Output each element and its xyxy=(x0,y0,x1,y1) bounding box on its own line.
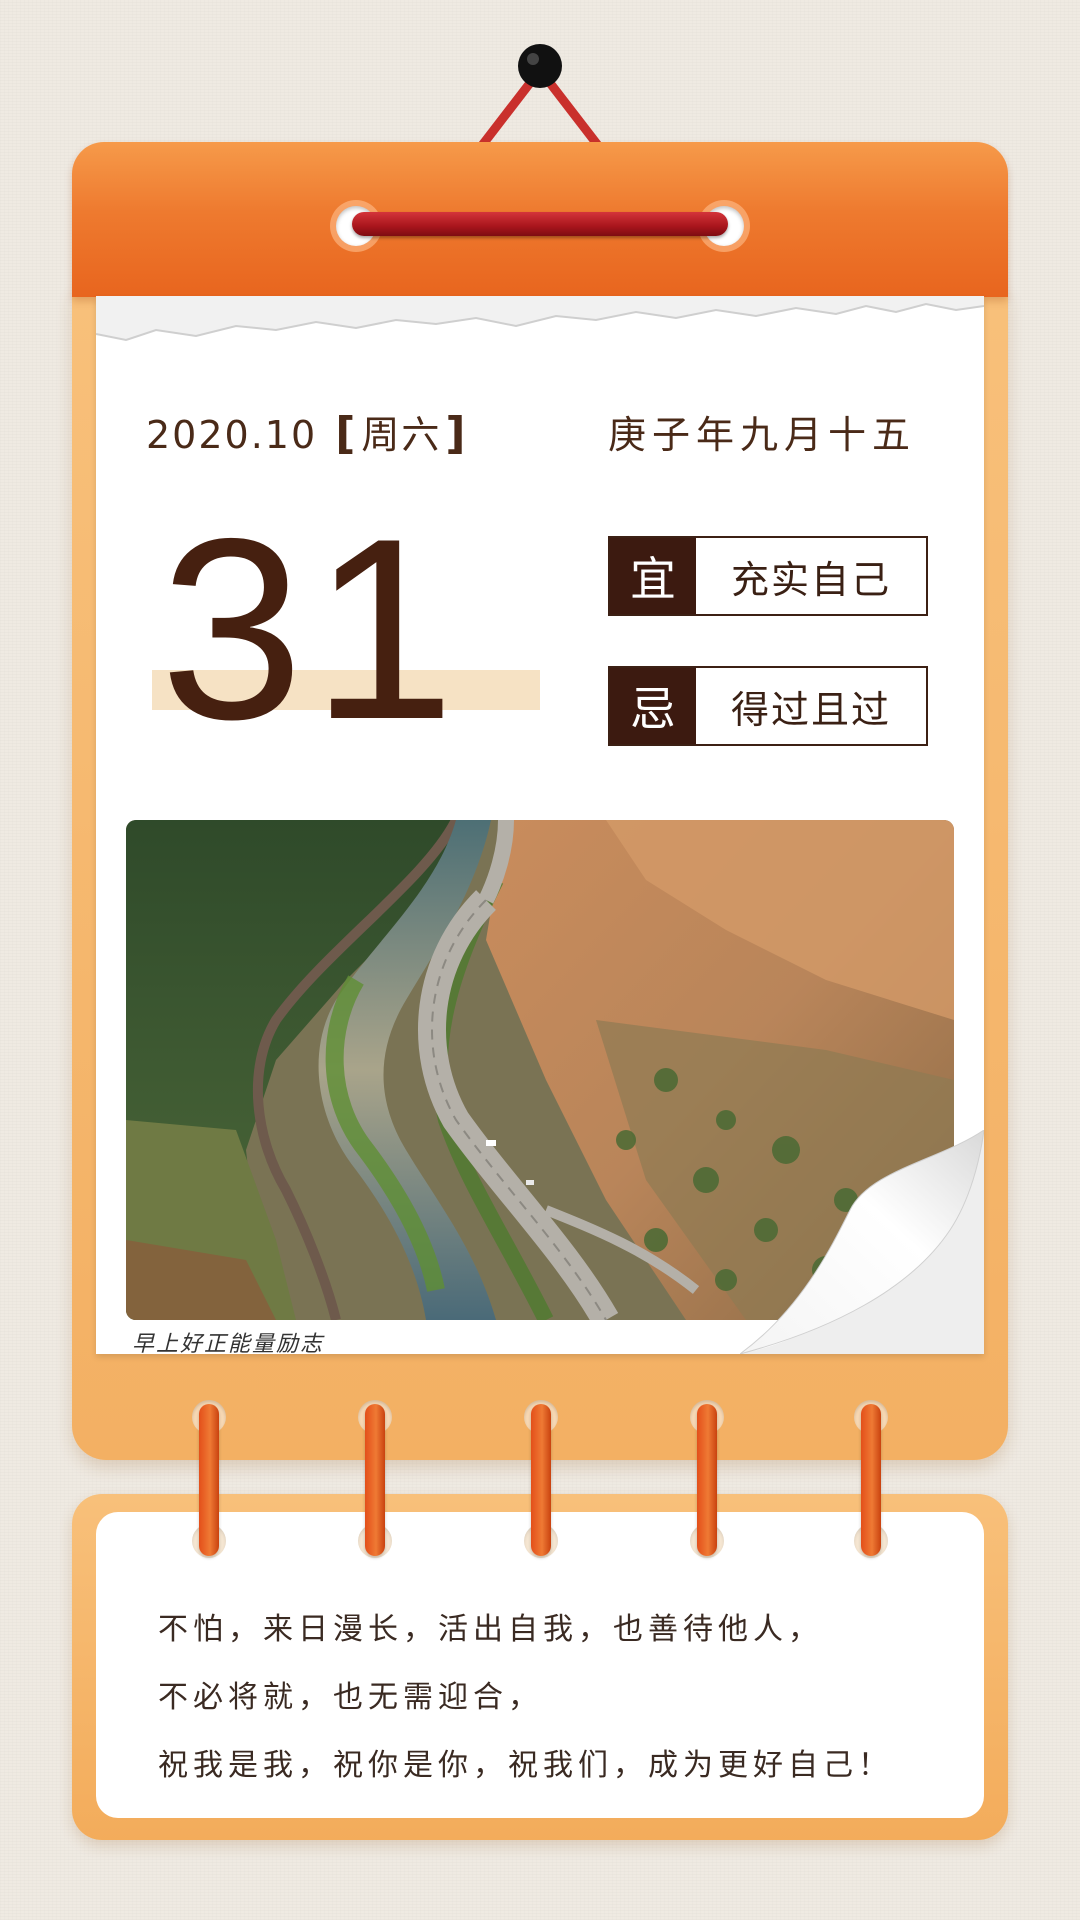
spiral-binder xyxy=(697,1404,717,1556)
spiral-binder xyxy=(531,1404,551,1556)
bracket-close: ] xyxy=(445,408,468,459)
day-number: 31 xyxy=(160,484,463,773)
yi-label: 宜 xyxy=(610,538,696,614)
quote-line-3: 祝我是我，祝你是你，祝我们，成为更好自己！ xyxy=(158,1748,893,1783)
photo-caption: 早上好正能量励志 xyxy=(132,1332,325,1357)
spiral-binder xyxy=(199,1404,219,1556)
hanger xyxy=(476,44,604,151)
ji-label: 忌 xyxy=(610,668,696,744)
quote-line-1: 不怕，来日漫长，活出自我，也善待他人， xyxy=(158,1612,823,1647)
nail-icon xyxy=(518,44,562,88)
ji-text: 得过且过 xyxy=(730,687,891,732)
bracket-open: [ xyxy=(335,408,358,459)
yi-tag: 宜 充实自己 xyxy=(608,536,928,616)
quote-line-2: 不必将就，也无需迎合， xyxy=(158,1680,543,1715)
spiral-binder xyxy=(861,1404,881,1556)
hanging-rod xyxy=(352,212,728,236)
lunar-date: 庚子年九月十五 xyxy=(608,413,917,457)
weekday-text: 周六 xyxy=(361,413,442,457)
spiral-binder xyxy=(365,1404,385,1556)
date-text: 2020.10 xyxy=(146,413,318,457)
torn-paper-edge xyxy=(96,296,984,342)
date-line: 2020.10 [周六] xyxy=(146,404,471,459)
page-curl xyxy=(740,1130,984,1354)
yi-text: 充实自己 xyxy=(730,557,891,602)
ji-tag: 忌 得过且过 xyxy=(608,666,928,746)
